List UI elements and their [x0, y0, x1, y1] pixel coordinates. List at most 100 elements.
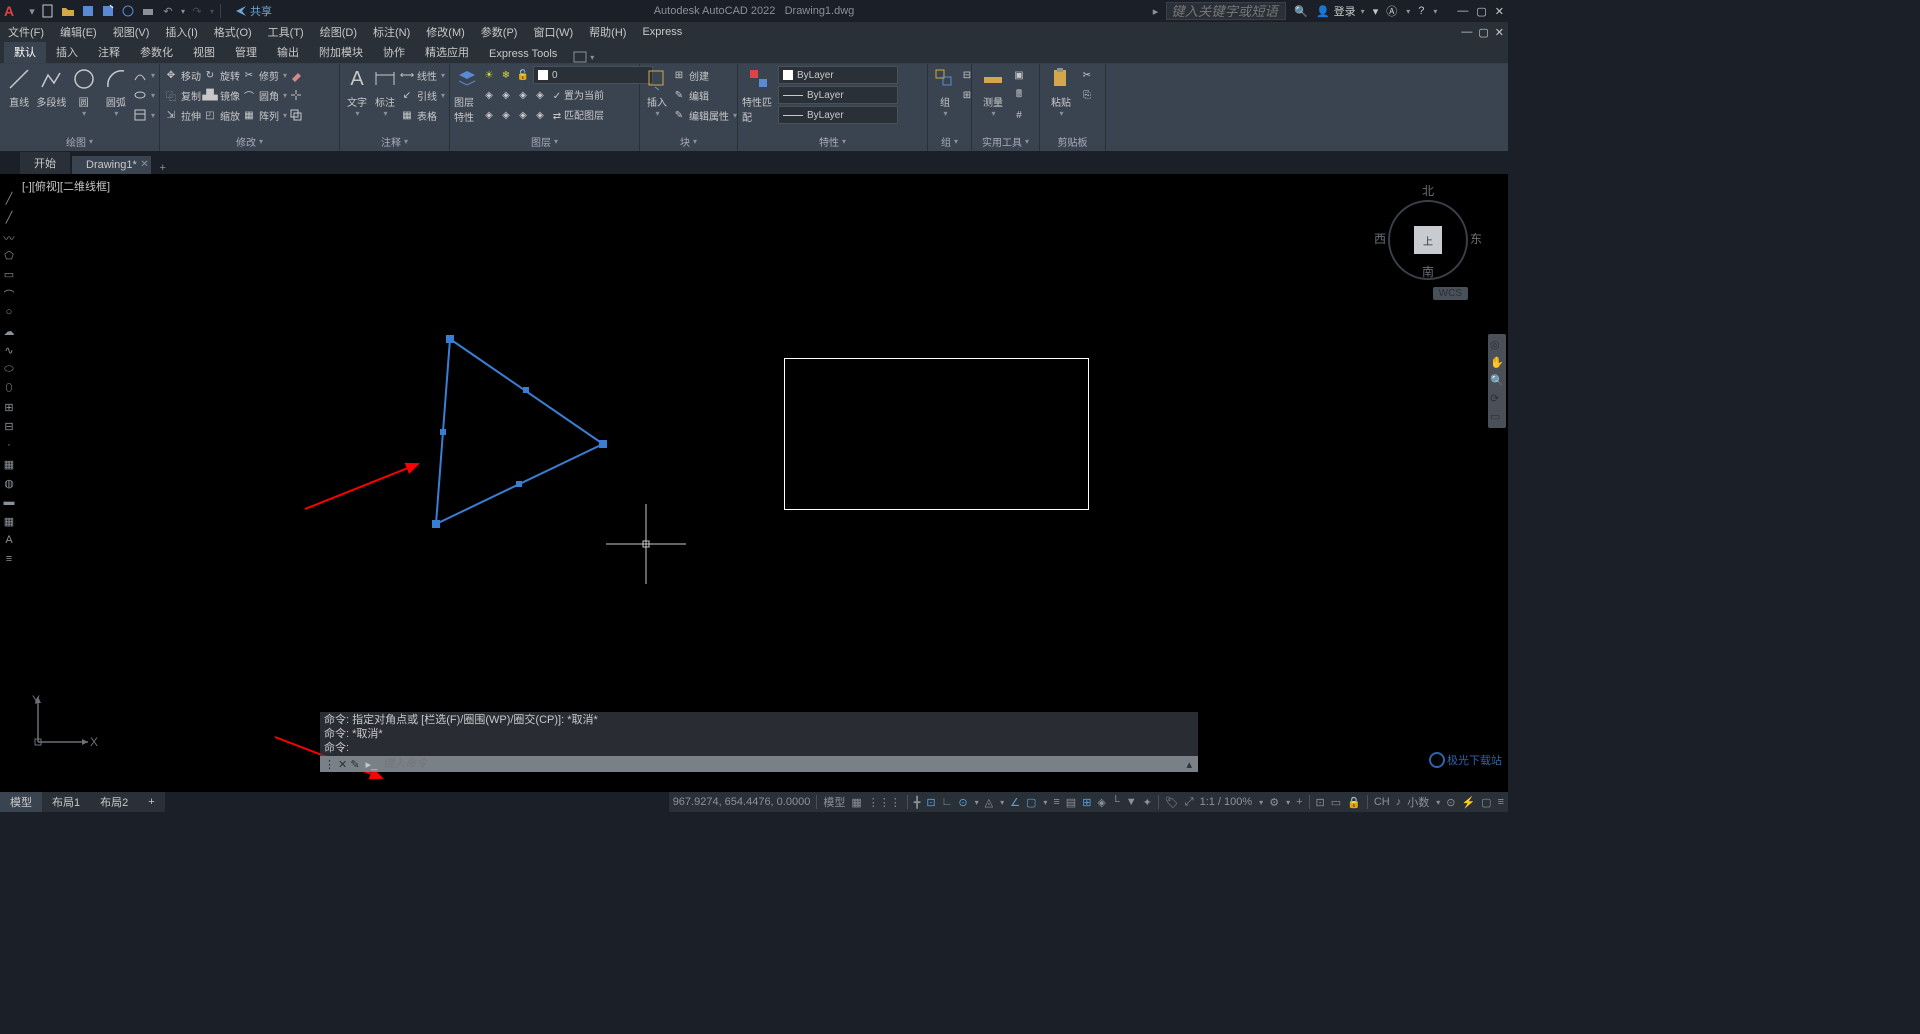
tool-scale[interactable]: ◰缩放	[203, 106, 240, 124]
grip-vertex-2[interactable]	[599, 440, 607, 448]
nav-orbit-icon[interactable]: ⟳	[1490, 392, 1504, 406]
open-icon[interactable]	[60, 3, 76, 19]
tool-quick-calc[interactable]: 🖩	[1012, 86, 1026, 104]
tool-count[interactable]: #	[1012, 106, 1026, 124]
menu-express[interactable]: Express	[642, 26, 682, 38]
wcs-badge[interactable]: WCS	[1433, 287, 1468, 300]
viewcube-west[interactable]: 西	[1374, 230, 1386, 247]
lt-rectangle-icon[interactable]: ▭	[2, 268, 16, 282]
panel-draw-expand-icon[interactable]: ▾	[89, 137, 93, 146]
tool-set-current-layer[interactable]: ✓置为当前	[550, 87, 604, 104]
panel-modify-expand-icon[interactable]: ▾	[259, 137, 263, 146]
command-input[interactable]	[379, 758, 1180, 770]
drawing-canvas[interactable]: [-][俯视][二维线框] ╱ ╱ 〰 ⬠ ▭ ⌒ ○ ☁ ∿ ⬭ ⬯ ⊞ ⊟ …	[0, 174, 1508, 792]
ribbon-tab-parametric[interactable]: 参数化	[130, 41, 183, 63]
lt-make-block-icon[interactable]: ⊟	[2, 420, 16, 434]
menu-tools[interactable]: 工具(T)	[268, 24, 304, 40]
ribbon-tab-view[interactable]: 视图	[183, 41, 225, 63]
ucs-icon[interactable]: XY	[28, 692, 98, 752]
lt-gradient-icon[interactable]: ◍	[2, 477, 16, 491]
status-snap-icon[interactable]: ⋮⋮⋮	[868, 796, 901, 809]
lt-point-icon[interactable]: ·	[2, 439, 16, 453]
layer-selector[interactable]: 0	[533, 66, 653, 84]
status-osnap-icon[interactable]: ▢	[1026, 796, 1036, 809]
status-lineweight-icon[interactable]: ≡	[1053, 796, 1059, 808]
grip-vertex-3[interactable]	[432, 520, 440, 528]
login-button[interactable]: 👤 登录 ▾	[1316, 3, 1365, 19]
maximize-icon[interactable]: ▢	[1476, 5, 1486, 18]
menu-file[interactable]: 文件(F)	[8, 24, 44, 40]
menu-dropdown-icon[interactable]: ▾	[24, 3, 40, 19]
tool-linear-dim[interactable]: ⟷线性▾	[400, 66, 445, 84]
web-open-icon[interactable]	[120, 3, 136, 19]
grip-mid-1[interactable]	[523, 387, 529, 393]
lt-insert-block-icon[interactable]: ⊞	[2, 401, 16, 415]
status-grid-icon[interactable]: ▦	[851, 796, 861, 809]
ribbon-collapse-button[interactable]: ▾	[573, 51, 594, 63]
tool-layer-merge[interactable]: ◈	[516, 108, 530, 122]
selected-triangle[interactable]	[424, 332, 614, 532]
tool-layer-properties[interactable]: 图层特性	[454, 66, 480, 124]
help-search-input[interactable]	[1166, 2, 1286, 20]
panel-layer-expand-icon[interactable]: ▾	[554, 137, 558, 146]
status-ortho-icon[interactable]: ∟	[942, 796, 953, 808]
panel-annot-expand-icon[interactable]: ▾	[404, 137, 408, 146]
status-infer-icon[interactable]: ╋	[914, 796, 921, 809]
status-cleanscreen-icon[interactable]: ▢	[1481, 796, 1491, 809]
rectangle-object[interactable]	[784, 358, 1089, 510]
tool-explode[interactable]	[289, 86, 303, 104]
layer-lock-icon[interactable]: 🔓	[516, 68, 530, 82]
tool-cut[interactable]: ✂	[1080, 66, 1094, 84]
save-icon[interactable]	[80, 3, 96, 19]
tool-block-create[interactable]: ⊞创建	[672, 66, 737, 84]
lt-circle-icon[interactable]: ○	[2, 306, 16, 320]
autodesk-app-icon[interactable]: ▾	[1373, 5, 1379, 18]
grip-mid-2[interactable]	[516, 481, 522, 487]
tool-trim[interactable]: ✂修剪▾	[242, 66, 287, 84]
tool-copy[interactable]: ⿻复制	[164, 86, 201, 104]
undo-dd-icon[interactable]: ▾	[181, 7, 185, 16]
layout-tab-2[interactable]: 布局2	[90, 792, 138, 812]
ribbon-tab-addins[interactable]: 附加模块	[309, 41, 373, 63]
lt-mtext-icon[interactable]: A	[2, 534, 16, 548]
viewport-label[interactable]: [-][俯视][二维线框]	[22, 178, 110, 194]
tool-match-properties[interactable]: 特性匹配	[742, 66, 776, 124]
viewcube-south[interactable]: 南	[1422, 263, 1434, 280]
menu-format[interactable]: 格式(O)	[214, 24, 252, 40]
menu-insert[interactable]: 插入(I)	[165, 24, 197, 40]
status-polar-icon[interactable]: ⊙	[958, 796, 967, 809]
minimize-icon[interactable]: —	[1457, 5, 1468, 18]
ribbon-tab-default[interactable]: 默认	[4, 41, 46, 63]
tool-table[interactable]: ▦表格	[400, 106, 445, 124]
status-modelspace[interactable]: 模型	[823, 794, 845, 810]
color-selector[interactable]: ByLayer	[778, 66, 898, 84]
menu-dimension[interactable]: 标注(N)	[373, 24, 410, 40]
layout-tab-model[interactable]: 模型	[0, 792, 42, 812]
status-dynamic-input-icon[interactable]: ⊡	[926, 796, 935, 809]
redo-icon[interactable]: ↷	[189, 3, 205, 19]
menu-help[interactable]: 帮助(H)	[589, 24, 626, 40]
nav-full-icon[interactable]: ◎	[1490, 338, 1504, 352]
status-ime-mode-icon[interactable]: ♪	[1396, 796, 1402, 808]
file-tab-add-button[interactable]: +	[153, 162, 173, 174]
doc-restore-icon[interactable]: ▢	[1478, 26, 1488, 39]
status-annotation-visibility-icon[interactable]: 🏷	[1165, 796, 1179, 809]
tool-ellipse[interactable]: ▾	[133, 86, 155, 104]
tool-hatch[interactable]: ▾	[133, 106, 155, 124]
share-button[interactable]: 共享	[235, 3, 272, 19]
file-tab-start[interactable]: 开始	[20, 152, 70, 174]
menu-modify[interactable]: 修改(M)	[426, 24, 465, 40]
viewcube[interactable]: 上 北 南 西 东 WCS	[1378, 180, 1478, 300]
lineweight-selector[interactable]: ByLayer	[778, 86, 898, 104]
status-otrack-icon[interactable]: ∠	[1010, 796, 1020, 809]
status-annoscale[interactable]: 1:1 / 100%	[1200, 796, 1253, 808]
lt-hatch-icon[interactable]: ▦	[2, 458, 16, 472]
nav-pan-icon[interactable]: ✋	[1490, 356, 1504, 370]
ribbon-tab-annotate[interactable]: 注释	[88, 41, 130, 63]
lt-arc-icon[interactable]: ⌒	[2, 287, 16, 301]
ribbon-tab-manage[interactable]: 管理	[225, 41, 267, 63]
status-annotation-monitor-icon[interactable]: +	[1296, 796, 1302, 808]
status-3dosnap-icon[interactable]: ◈	[1097, 796, 1105, 809]
layer-freeze-icon[interactable]: ❄	[499, 68, 513, 82]
tool-layer-walk[interactable]: ◈	[482, 108, 496, 122]
